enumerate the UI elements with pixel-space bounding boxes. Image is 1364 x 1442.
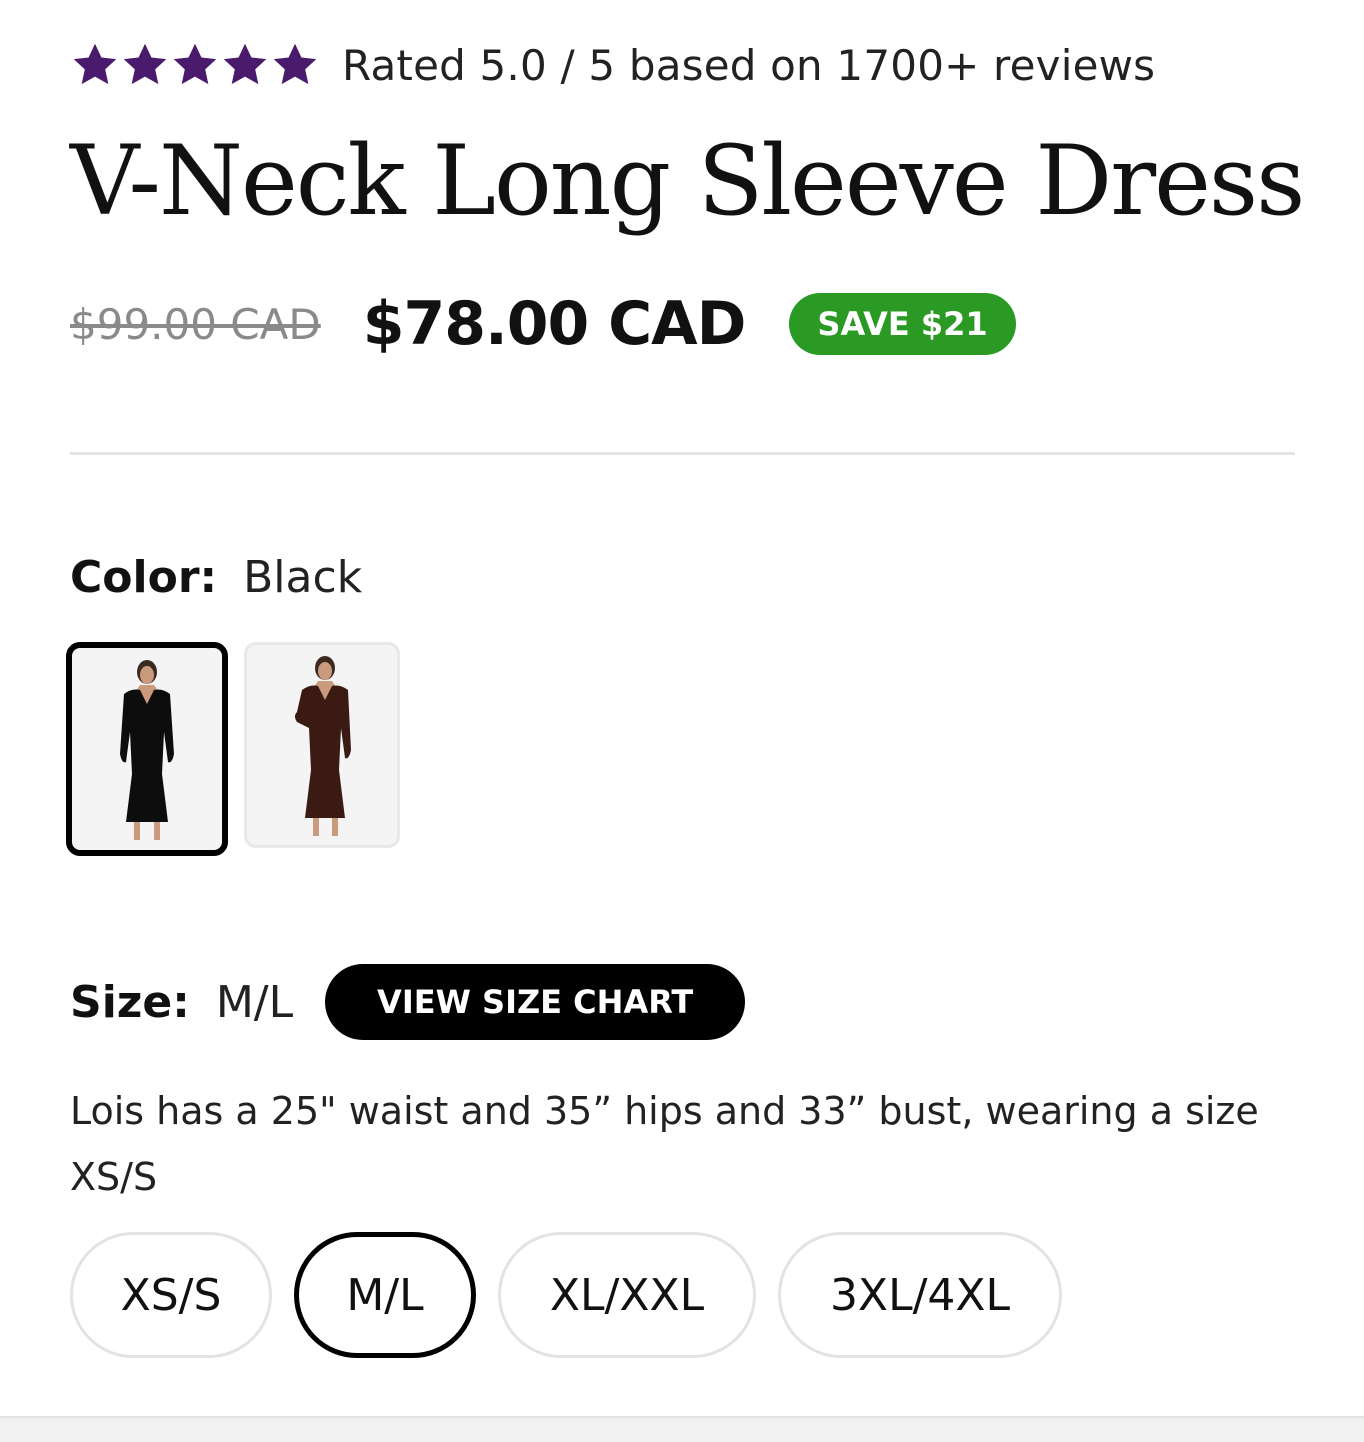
star-icon	[70, 40, 120, 90]
rating-text: Rated 5.0 / 5 based on 1700+ reviews	[342, 40, 1156, 90]
bottom-bar	[0, 1416, 1364, 1442]
size-options: XS/S M/L XL/XXL 3XL/4XL	[70, 1232, 1062, 1358]
size-option-xl-xxl[interactable]: XL/XXL	[498, 1232, 756, 1358]
size-label: Size:	[70, 976, 190, 1028]
size-option-xs-s[interactable]: XS/S	[70, 1232, 272, 1358]
color-label: Color:	[70, 552, 218, 603]
color-swatch-brown[interactable]	[244, 642, 400, 848]
view-size-chart-button[interactable]: VIEW SIZE CHART	[325, 964, 746, 1040]
price-row: $99.00 CAD $78.00 CAD SAVE $21	[70, 286, 1016, 362]
star-icon	[270, 40, 320, 90]
size-option-3xl-4xl[interactable]: 3XL/4XL	[778, 1232, 1062, 1358]
size-option-m-l[interactable]: M/L	[294, 1232, 476, 1358]
star-rating	[70, 40, 320, 90]
color-value: Black	[243, 552, 363, 603]
dress-thumbnail-brown	[295, 656, 351, 836]
color-swatch-black[interactable]	[66, 642, 228, 856]
model-size-note: Lois has a 25" waist and 35” hips and 33…	[70, 1089, 1259, 1199]
star-icon	[220, 40, 270, 90]
original-price: $99.00 CAD	[70, 299, 321, 349]
color-selector-header: Color: Black	[70, 552, 362, 603]
divider	[70, 452, 1295, 455]
product-title: V-Neck Long Sleeve Dress	[70, 125, 1305, 237]
color-swatches	[66, 642, 400, 856]
size-selector-header: Size: M/L VIEW SIZE CHART	[70, 964, 746, 1040]
rating-summary[interactable]: Rated 5.0 / 5 based on 1700+ reviews	[70, 38, 1155, 92]
star-icon	[170, 40, 220, 90]
save-badge: SAVE $21	[789, 293, 1016, 355]
star-icon	[120, 40, 170, 90]
sale-price: $78.00 CAD	[362, 289, 747, 359]
size-value: M/L	[215, 976, 294, 1028]
dress-thumbnail-black	[120, 660, 174, 840]
